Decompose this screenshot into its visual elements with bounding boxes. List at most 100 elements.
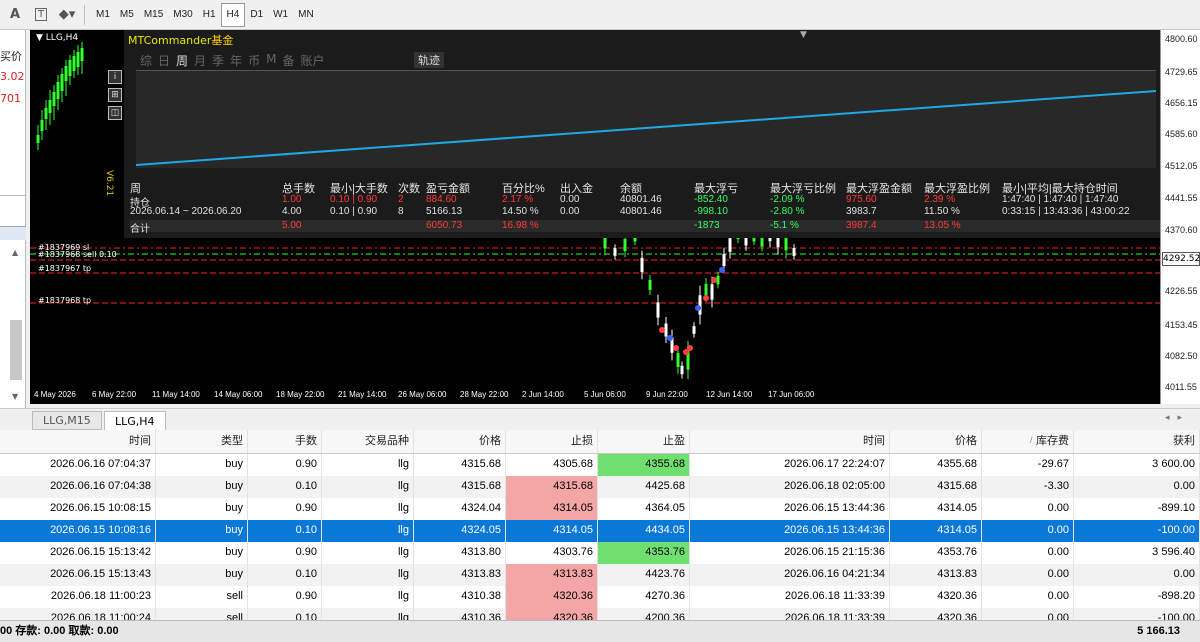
timeframe-mn[interactable]: MN (293, 3, 319, 27)
chart-symbol-label: ▼ LLG,H4 (36, 33, 79, 43)
table-cell-type: buy (156, 542, 248, 564)
scroll-up-icon[interactable]: ▲ (12, 248, 18, 257)
scrollbar-thumb[interactable] (10, 320, 22, 380)
status-bar: 00 存款: 0.00 取款: 0.00 5 166.13 (0, 620, 1200, 642)
bid-value: 3.02 (0, 70, 25, 83)
mtc-tab[interactable]: 季 (212, 52, 224, 69)
mtc-tab[interactable]: 备 (282, 52, 294, 69)
text-icon[interactable]: A (4, 4, 26, 26)
stats-cell: -1873 (694, 220, 720, 231)
column-header[interactable]: 手数 (248, 430, 322, 453)
timeframe-w1[interactable]: W1 (268, 3, 293, 27)
window-icon[interactable]: ◫ (108, 106, 122, 120)
mtc-tab[interactable]: 月 (194, 52, 206, 69)
stats-row-total: 合计 5.00 6050.73 16.98 % -1873 -5.1 % 3987.4 13.… (130, 220, 1160, 235)
candle-body (704, 284, 708, 296)
chart-tab[interactable]: LLG,M15 (32, 411, 102, 430)
candle-body (40, 120, 44, 131)
timeframe-m30[interactable]: M30 (168, 3, 197, 27)
shapes-icon[interactable]: ◆▾ (56, 4, 78, 26)
mtc-tab[interactable]: 周 (176, 52, 188, 69)
column-header[interactable]: 止损 (506, 430, 598, 453)
mtc-title-prefix: MTCommander (128, 34, 212, 47)
stats-cell: 40801.46 (620, 194, 662, 205)
table-cell-close-price: 4320.36 (890, 586, 982, 608)
table-cell-symbol: llg (322, 586, 414, 608)
table-row[interactable]: 2026.06.15 15:13:42 buy 0.90 llg 4313.80 4303… (0, 542, 1200, 564)
time-label: 17 Jun 06:00 (768, 390, 815, 399)
timeframe-m15[interactable]: M15 (139, 3, 168, 27)
column-header[interactable]: 价格 (414, 430, 506, 453)
table-row[interactable]: 2026.06.16 07:04:37 buy 0.90 llg 4315.68 4305… (0, 454, 1200, 476)
mtc-tab[interactable]: 综 (140, 52, 152, 69)
candle-body (68, 60, 72, 76)
table-cell-close-price: 4353.76 (890, 542, 982, 564)
candle-body (48, 100, 52, 113)
info-icon[interactable]: i (108, 70, 122, 84)
table-cell-price: 4324.04 (414, 498, 506, 520)
trade-marker (711, 277, 717, 283)
chart-tab[interactable]: LLG,H4 (104, 411, 166, 430)
table-row[interactable]: 2026.06.16 07:04:38 buy 0.10 llg 4315.68 4315… (0, 476, 1200, 498)
collapse-icon[interactable]: ▼ (800, 30, 807, 40)
trade-marker (687, 345, 693, 351)
table-cell-tp: 4425.68 (598, 476, 690, 498)
order-line-label[interactable]: #1837968 tp (38, 296, 91, 305)
table-cell-profit: -898.20 (1074, 586, 1200, 608)
tab-scroll-arrows[interactable]: ◂▸ (1165, 413, 1190, 423)
table-cell-lots: 0.90 (248, 586, 322, 608)
column-header[interactable]: 时间 (0, 430, 156, 453)
table-row[interactable]: 2026.06.15 10:08:16 buy 0.10 llg 4324.05 4314… (0, 520, 1200, 542)
table-row[interactable]: 2026.06.15 10:08:15 buy 0.90 llg 4324.04 4314… (0, 498, 1200, 520)
column-header[interactable]: 价格 (890, 430, 982, 453)
table-cell-close-time: 2026.06.18 11:33:39 (690, 586, 890, 608)
column-header[interactable]: 止盈 (598, 430, 690, 453)
table-cell-tp: 4423.76 (598, 564, 690, 586)
table-cell-swap: -29.67 (982, 454, 1074, 476)
time-label: 4 May 2026 (34, 390, 76, 399)
track-button[interactable]: 轨迹 (414, 52, 444, 68)
balance-summary: 00 存款: 0.00 取款: 0.00 (0, 625, 119, 637)
table-row[interactable]: 2026.06.18 11:00:23 sell 0.90 llg 4310.38 432… (0, 586, 1200, 608)
order-line-label[interactable]: #1837968 sell 0.10 (38, 250, 117, 259)
order-line-label[interactable]: #1837967 tp (38, 264, 91, 273)
timeframe-h1[interactable]: H1 (198, 3, 221, 27)
stats-cell: 884.60 (426, 194, 457, 205)
candle-body (36, 135, 40, 143)
grid-icon[interactable]: ⊞ (108, 88, 122, 102)
candle-body (692, 326, 696, 334)
price-label: 4370.60 (1165, 225, 1198, 235)
mtc-title: MTCommander基金 (128, 32, 233, 48)
sort-icon[interactable]: / (1030, 435, 1033, 445)
text-box-icon[interactable]: T (30, 4, 52, 26)
stats-cell: 975.60 (846, 194, 877, 205)
column-header[interactable]: 库存费 (982, 430, 1074, 453)
mtc-tab[interactable]: 币 (248, 52, 260, 69)
stats-cell: 0.00 (560, 194, 580, 205)
stats-cell: 4.00 (282, 206, 302, 217)
mtc-tab[interactable]: 日 (158, 52, 170, 69)
scroll-down-icon[interactable]: ▼ (12, 392, 18, 401)
column-header[interactable]: 交易品种 (322, 430, 414, 453)
mtc-tab[interactable]: 年 (230, 52, 242, 69)
column-header[interactable]: 获利 (1074, 430, 1200, 453)
version-label: V6.21 (104, 170, 114, 197)
price-label: 4585.60 (1165, 129, 1198, 139)
table-cell-symbol: llg (322, 498, 414, 520)
table-cell-price: 4324.05 (414, 520, 506, 542)
table-cell-type: buy (156, 476, 248, 498)
timeframe-d1[interactable]: D1 (245, 3, 268, 27)
stats-cell: 8 (398, 206, 404, 217)
timeframe-h4[interactable]: H4 (220, 2, 246, 27)
column-header[interactable]: 时间 (690, 430, 890, 453)
timeframe-m1[interactable]: M1 (91, 3, 115, 27)
table-row[interactable]: 2026.06.15 15:13:43 buy 0.10 llg 4313.83 4313… (0, 564, 1200, 586)
trade-marker (667, 335, 673, 341)
timeframe-m5[interactable]: M5 (115, 3, 139, 27)
table-cell-tp: 4364.05 (598, 498, 690, 520)
table-cell-lots: 0.90 (248, 498, 322, 520)
mtc-tab[interactable]: M (266, 52, 276, 69)
time-label: 6 May 22:00 (92, 390, 137, 399)
column-header[interactable]: 类型 (156, 430, 248, 453)
mtc-tab[interactable]: 账户 (300, 52, 324, 69)
